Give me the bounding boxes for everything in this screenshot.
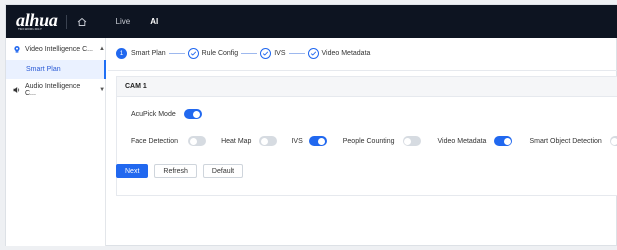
main-nav: Live AI (116, 17, 159, 26)
speaker-icon (13, 86, 21, 94)
step-connector (288, 53, 305, 54)
camera-card: CAM 1 AcuPick Mode Face Detection Heat M… (116, 76, 617, 196)
chevron-down-icon: ▼ (99, 87, 106, 93)
nav-item-ai[interactable]: AI (150, 17, 158, 26)
feature-label: Face Detection (131, 137, 179, 145)
step-label: Video Metadata (321, 50, 371, 57)
camera-title: CAM 1 (117, 77, 617, 97)
action-buttons: Next Refresh Default (116, 164, 244, 178)
sidebar-item-label: Video Intelligence C... (25, 45, 93, 53)
step-rule-config[interactable]: Rule Config (187, 48, 239, 59)
feature-face-detection: Face Detection (131, 136, 207, 146)
check-icon (187, 48, 199, 59)
heat-map-toggle[interactable] (259, 136, 278, 146)
step-video-metadata[interactable]: Video Metadata (307, 48, 371, 59)
feature-label: People Counting (342, 137, 395, 145)
feature-label: Video Metadata (437, 137, 487, 145)
feature-smart-object-detection: Smart Object Detection (529, 136, 617, 146)
app-window: alhua TECHNOLOGY Live AI Video Intellige… (5, 4, 617, 246)
smart-object-detection-toggle[interactable] (609, 136, 617, 146)
sidebar-item-audio-intelligence[interactable]: Audio Intelligence C... ▼ (6, 79, 105, 101)
feature-people-counting: People Counting (343, 136, 421, 146)
step-number: 1 (116, 48, 127, 59)
feature-label: Smart Object Detection (529, 137, 602, 145)
feature-video-metadata: Video Metadata (438, 136, 513, 146)
ivs-toggle[interactable] (308, 136, 327, 146)
feature-row: Face Detection Heat Map IVS People Count… (131, 136, 617, 146)
feature-label: Heat Map (221, 137, 252, 145)
divider (108, 70, 617, 71)
brand-logo: alhua TECHNOLOGY (16, 9, 58, 31)
step-ivs[interactable]: IVS (260, 48, 286, 59)
check-icon (260, 48, 272, 59)
home-icon[interactable] (76, 16, 88, 28)
sidebar-item-smart-plan[interactable]: Smart Plan (6, 60, 106, 79)
refresh-button[interactable]: Refresh (154, 164, 197, 178)
feature-label: IVS (291, 137, 303, 145)
people-counting-toggle[interactable] (402, 136, 421, 146)
step-label: Smart Plan (131, 50, 166, 57)
video-metadata-toggle[interactable] (494, 136, 513, 146)
feature-heat-map: Heat Map (221, 136, 278, 146)
topbar-divider (65, 14, 67, 29)
acupick-label: AcuPick Mode (131, 110, 176, 118)
nav-item-live[interactable]: Live (116, 17, 131, 26)
step-progress: 1 Smart Plan Rule Config IVS Video Metad… (116, 48, 370, 59)
step-connector (168, 53, 185, 54)
step-label: IVS (274, 50, 286, 57)
acupick-toggle[interactable] (183, 109, 202, 119)
step-smart-plan[interactable]: 1 Smart Plan (116, 48, 166, 59)
acupick-row: AcuPick Mode (131, 109, 202, 119)
top-bar: alhua TECHNOLOGY Live AI (6, 5, 617, 38)
sidebar: Video Intelligence C... ▲ Smart Plan Aud… (6, 38, 106, 246)
step-connector (241, 53, 258, 54)
main-content: 1 Smart Plan Rule Config IVS Video Metad… (108, 38, 617, 246)
sidebar-item-label: Audio Intelligence C... (25, 83, 81, 97)
check-icon (307, 48, 319, 59)
sidebar-item-video-intelligence[interactable]: Video Intelligence C... ▲ (6, 38, 105, 60)
chevron-up-icon: ▲ (98, 46, 105, 52)
face-detection-toggle[interactable] (188, 136, 207, 146)
step-label: Rule Config (201, 50, 239, 57)
feature-ivs: IVS (291, 136, 327, 146)
default-button[interactable]: Default (202, 164, 244, 178)
video-intelligence-icon (13, 45, 21, 53)
next-button[interactable]: Next (116, 164, 149, 178)
